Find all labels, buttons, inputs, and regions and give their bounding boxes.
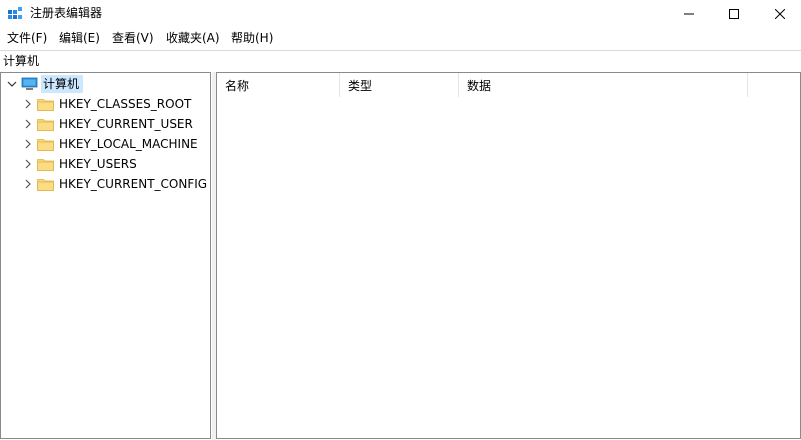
title-bar: 注册表编辑器 [0,0,801,27]
column-header-name[interactable]: 名称 [217,73,340,97]
computer-icon [21,77,38,90]
tree-pane[interactable]: 计算机 HKEY_CLASSES_ROOT HKEY_CURRENT_USER … [0,72,211,439]
window-title: 注册表编辑器 [30,6,103,20]
chevron-down-icon[interactable] [5,74,19,94]
tree-node-hku[interactable]: HKEY_USERS [1,154,210,174]
folder-icon [37,139,54,151]
minimize-button[interactable] [666,0,712,27]
chevron-right-icon[interactable] [21,134,35,154]
menu-help[interactable]: 帮助(H) [231,30,273,46]
menu-edit[interactable]: 编辑(E) [59,30,100,46]
menu-bar: 文件(F) 编辑(E) 查看(V) 收藏夹(A) 帮助(H) [0,28,801,48]
tree-node-hkcu[interactable]: HKEY_CURRENT_USER [1,114,210,134]
tree-label-hku: HKEY_USERS [59,157,137,171]
address-bar[interactable]: 计算机 [0,50,801,72]
chevron-right-icon[interactable] [21,174,35,194]
tree-node-hkcr[interactable]: HKEY_CLASSES_ROOT [1,94,210,114]
column-header-type[interactable]: 类型 [340,73,459,97]
maximize-button[interactable] [711,0,757,27]
menu-view[interactable]: 查看(V) [112,30,154,46]
chevron-right-icon[interactable] [21,94,35,114]
column-header-data[interactable]: 数据 [459,73,748,97]
regedit-icon [8,7,22,19]
values-list-pane[interactable]: 名称 类型 数据 [216,72,801,439]
minimize-icon [684,13,694,14]
chevron-right-icon[interactable] [21,114,35,134]
maximize-icon [729,8,739,19]
folder-icon [37,159,54,171]
tree-label-hkcc: HKEY_CURRENT_CONFIG [59,177,208,191]
folder-icon [37,119,54,131]
menu-file[interactable]: 文件(F) [7,30,47,46]
close-icon [775,8,785,19]
close-button[interactable] [757,0,801,27]
tree-label-hkcu: HKEY_CURRENT_USER [59,117,193,131]
tree-label-hkcr: HKEY_CLASSES_ROOT [59,97,192,111]
chevron-right-icon[interactable] [21,154,35,174]
column-label-name: 名称 [225,79,250,93]
tree-label-computer: 计算机 [43,77,80,91]
tree-node-hklm[interactable]: HKEY_LOCAL_MACHINE [1,134,210,154]
folder-icon [37,99,54,111]
tree-node-hkcc[interactable]: HKEY_CURRENT_CONFIG [1,174,210,194]
tree-node-computer[interactable]: 计算机 [1,74,210,94]
column-label-type: 类型 [348,79,373,93]
column-label-data: 数据 [467,79,492,93]
folder-icon [37,179,54,191]
menu-favorites[interactable]: 收藏夹(A) [166,30,220,46]
address-text[interactable]: 计算机 [3,53,39,69]
tree-label-hklm: HKEY_LOCAL_MACHINE [59,137,198,151]
